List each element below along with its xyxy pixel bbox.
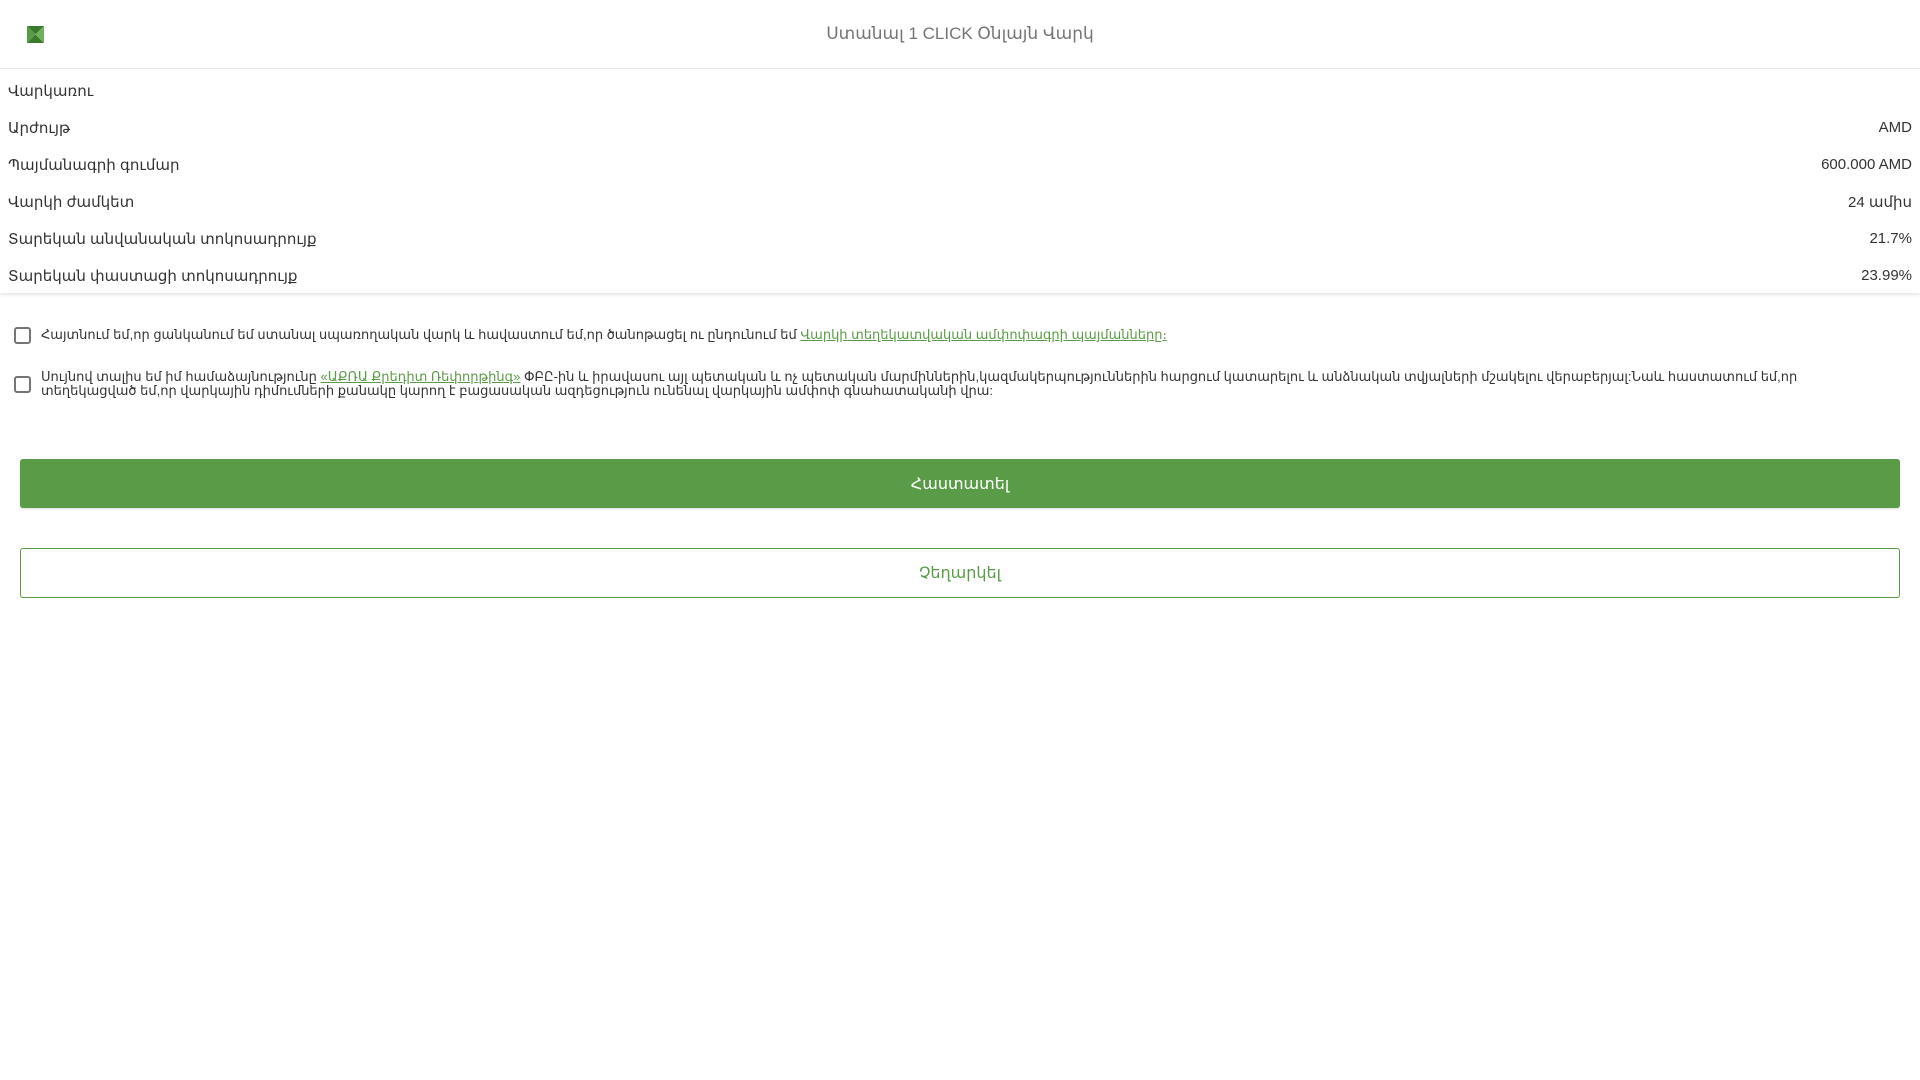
detail-label: Վարկառու (8, 82, 94, 100)
detail-label: Տարեկան փաստացի տոկոսադրույք (8, 267, 298, 285)
loan-summary-terms-link[interactable]: Վարկի տեղեկատվական ամփոփագրի պայմանները։ (800, 327, 1166, 342)
page-title: Ստանալ 1 CLICK Օնլայն Վարկ (826, 24, 1094, 43)
consent-credit-reporting-checkbox[interactable] (14, 375, 31, 393)
detail-value: 21.7% (1869, 230, 1912, 247)
consent-loan-terms: Հայտնում եմ,որ ցանկանում եմ ստանալ սպառո… (0, 321, 1920, 349)
detail-label: Արժույթ (8, 119, 71, 137)
confirm-button[interactable]: Հաստատել (20, 459, 1900, 508)
consent-text-part: Սույնով տալիս եմ իմ համաձայնությունը (41, 369, 321, 384)
app-header: Ստանալ 1 CLICK Օնլայն Վարկ (0, 0, 1920, 69)
detail-label: Վարկի ժամկետ (8, 193, 135, 211)
consent-credit-reporting: Սույնով տալիս եմ իմ համաձայնությունը «ԱՔ… (0, 370, 1920, 398)
detail-row-contract-amount: Պայմանագրի գումար 600.000 AMD (0, 146, 1920, 183)
consent-credit-reporting-text: Սույնով տալիս եմ իմ համաձայնությունը «ԱՔ… (41, 370, 1880, 398)
consents-section: Հայտնում եմ,որ ցանկանում եմ ստանալ սպառո… (0, 293, 1920, 398)
consent-loan-terms-text: Հայտնում եմ,որ ցանկանում եմ ստանալ սպառո… (41, 328, 1880, 342)
loan-details: Վարկառու Արժույթ AMD Պայմանագրի գումար 6… (0, 69, 1920, 293)
cancel-button[interactable]: Չեղարկել (20, 548, 1900, 598)
detail-value: AMD (1878, 119, 1912, 136)
detail-value: 24 ամիս (1848, 193, 1912, 211)
detail-row-currency: Արժույթ AMD (0, 109, 1920, 146)
acra-credit-reporting-link[interactable]: «ԱՔՌԱ Քրեդիտ Ռեփորթինգ» (321, 369, 521, 384)
detail-row-loan-term: Վարկի ժամկետ 24 ամիս (0, 183, 1920, 220)
detail-value: 23.99% (1861, 267, 1912, 284)
detail-label: Տարեկան անվանական տոկոսադրույք (8, 230, 317, 248)
detail-value: 600.000 AMD (1821, 156, 1912, 173)
consent-loan-terms-checkbox[interactable] (14, 326, 31, 344)
detail-label: Պայմանագրի գումար (8, 156, 180, 174)
detail-row-borrower: Վարկառու (0, 72, 1920, 109)
detail-row-nominal-rate: Տարեկան անվանական տոկոսադրույք 21.7% (0, 220, 1920, 257)
detail-row-effective-rate: Տարեկան փաստացի տոկոսադրույք 23.99% (0, 257, 1920, 294)
consent-text-part: Հայտնում եմ,որ ցանկանում եմ ստանալ սպառո… (41, 327, 801, 342)
